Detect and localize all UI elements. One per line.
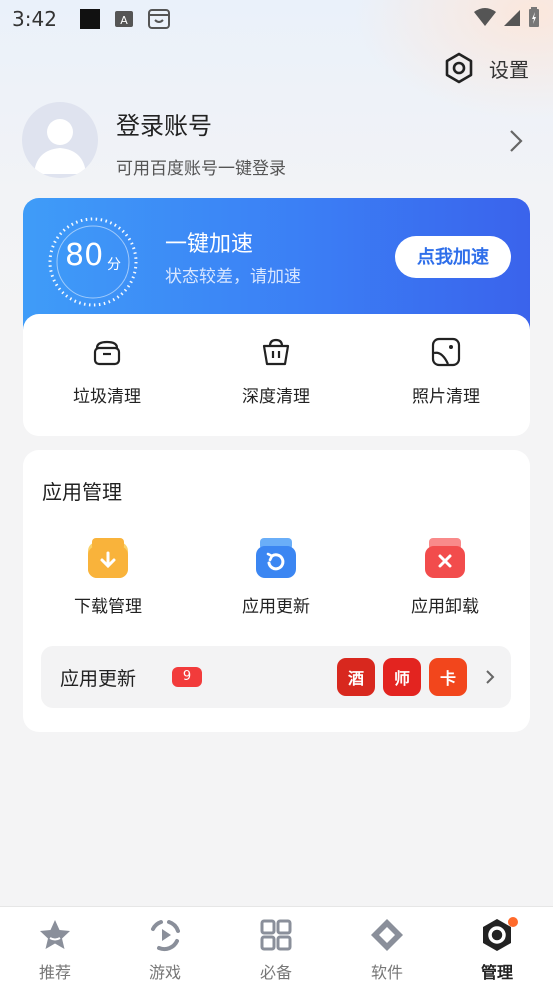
nav-notification-dot: [508, 917, 518, 927]
app-update-row[interactable]: 应用更新 9 酒 师 卡: [41, 646, 511, 708]
photo-clean-label: 照片清理: [412, 387, 480, 407]
app-icon-3: 卡: [429, 658, 467, 696]
nav-label-manage: 管理: [480, 963, 513, 982]
cleaning-panel: 垃圾清理 深度清理 照片清理: [23, 314, 530, 436]
trash-can-icon: [93, 340, 121, 366]
deep-clean-label: 深度清理: [242, 387, 310, 407]
status-time: 3:42: [12, 7, 57, 31]
nav-label-games: 游戏: [148, 963, 181, 982]
signal-icon: [504, 10, 520, 26]
bottom-nav: 推荐 游戏 必备 软件 管理: [0, 906, 553, 984]
update-app-icons: 酒 师 卡: [337, 658, 467, 696]
basket-icon: [262, 338, 290, 366]
app-icon-2: 师: [383, 658, 421, 696]
grid-icon: [260, 919, 292, 951]
update-row-label: 应用更新: [60, 668, 137, 690]
chevron-right-icon: [510, 130, 523, 152]
boost-title: 一键加速: [165, 232, 254, 257]
account-subtitle: 可用百度账号一键登录: [116, 159, 286, 179]
app-notification-icon: [147, 8, 170, 30]
settings-button[interactable]: 设置: [443, 52, 529, 84]
boost-subtitle: 状态较差，请加速: [165, 267, 301, 287]
nav-tab-software[interactable]: 软件: [332, 917, 442, 983]
download-manager-label: 下载管理: [74, 597, 142, 617]
junk-clean-item[interactable]: 垃圾清理: [47, 336, 167, 407]
chevron-right-icon: [486, 670, 495, 684]
nav-tab-games[interactable]: 游戏: [110, 917, 220, 983]
uninstall-icon: [425, 538, 465, 578]
status-right: [473, 6, 541, 28]
app-update-item[interactable]: 应用更新: [216, 536, 336, 617]
boost-button[interactable]: 点我加速: [395, 236, 511, 278]
download-icon: [88, 538, 128, 578]
battery-icon: [529, 7, 539, 27]
app-update-label: 应用更新: [242, 597, 310, 617]
svg-text:A: A: [120, 14, 128, 27]
score-unit: 分: [107, 257, 121, 273]
app-management-card: 应用管理 下载管理 应用更新 应用卸载 应用更新 9 酒 师 卡: [23, 450, 530, 732]
star-icon: [40, 920, 70, 949]
wifi-icon: [474, 8, 496, 26]
nav-tab-essentials[interactable]: 必备: [221, 917, 331, 983]
score-value: 80: [65, 238, 104, 273]
settings-label: 设置: [489, 57, 529, 82]
account-title: 登录账号: [116, 112, 212, 140]
photo-clean-item[interactable]: 照片清理: [386, 336, 506, 407]
update-icon: [256, 538, 296, 578]
photo-icon: [431, 337, 461, 367]
default-avatar-icon: [34, 119, 86, 174]
deep-clean-item[interactable]: 深度清理: [216, 336, 336, 407]
update-count-badge: 9: [172, 667, 202, 687]
gear-icon: [445, 52, 473, 84]
account-login-row[interactable]: 登录账号 可用百度账号一键登录: [22, 102, 532, 180]
app-icon-1: 酒: [337, 658, 375, 696]
app-uninstall-item[interactable]: 应用卸载: [385, 536, 505, 617]
keyboard-a-icon: A: [113, 8, 135, 30]
nav-label-software: 软件: [370, 963, 403, 982]
boost-card: 80 分 一键加速 状态较差，请加速 点我加速 垃圾清理 深度清理 照片清理: [23, 198, 530, 436]
nav-tab-manage[interactable]: 管理: [442, 917, 552, 983]
diamond-icon: [371, 919, 403, 951]
notification-square-icon: [79, 8, 101, 30]
nav-tab-recommend[interactable]: 推荐: [0, 917, 110, 983]
app-management-title: 应用管理: [42, 480, 122, 504]
nav-label-essentials: 必备: [259, 963, 292, 982]
download-manager-item[interactable]: 下载管理: [48, 536, 168, 617]
avatar: [22, 102, 98, 178]
app-uninstall-label: 应用卸载: [411, 597, 479, 617]
junk-clean-label: 垃圾清理: [73, 387, 141, 407]
status-bar: 3:42 A: [0, 0, 553, 38]
gamepad-icon: [151, 920, 180, 952]
nav-label-recommend: 推荐: [38, 963, 71, 982]
